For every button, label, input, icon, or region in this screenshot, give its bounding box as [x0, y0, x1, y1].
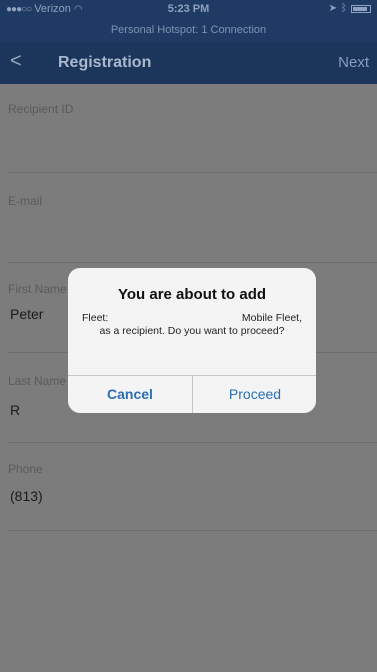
phone-label: Phone [8, 462, 43, 476]
hotspot-banner[interactable]: Personal Hotspot: 1 Connection [0, 24, 377, 36]
first-name-label: First Name [8, 282, 67, 296]
divider [8, 262, 377, 263]
divider [8, 530, 377, 531]
proceed-button[interactable]: Proceed [193, 376, 316, 413]
divider [8, 172, 377, 173]
dialog-title: You are about to add [117, 286, 267, 303]
back-chevron-icon[interactable]: < [10, 51, 22, 71]
battery-icon [351, 4, 371, 13]
dialog-message: Fleet: Mobile Fleet, as a recipient. Do … [82, 312, 302, 338]
phone-field[interactable]: Phone (813) [0, 462, 377, 532]
location-icon: ➤ [328, 3, 337, 14]
last-name-label: Last Name [8, 374, 67, 388]
email-field[interactable]: E-mail [0, 194, 377, 264]
cancel-button[interactable]: Cancel [68, 376, 192, 413]
phone-value[interactable]: (813) [10, 488, 43, 504]
divider [8, 442, 377, 443]
status-right-icons: ➤ ᛒ [329, 3, 371, 14]
nav-bar: < Registration Next [0, 42, 377, 84]
dialog-message-rest: as a recipient. Do you want to proceed? [99, 325, 285, 337]
page-title: Registration [58, 54, 152, 71]
status-row: ●●●○○ Verizon ◠ 5:23 PM ➤ ᛒ [0, 2, 377, 18]
last-name-value[interactable]: R [10, 402, 20, 418]
recipient-id-label: Recipient ID [8, 102, 74, 116]
first-name-value[interactable]: Peter [10, 306, 43, 322]
email-label: E-mail [8, 194, 43, 208]
dialog-fleet-line: Fleet: Mobile Fleet, [82, 312, 302, 325]
status-time: 5:23 PM [167, 3, 210, 15]
fleet-label: Fleet: [82, 312, 109, 324]
next-button[interactable]: Next [338, 54, 369, 71]
bluetooth-icon: ᛒ [341, 3, 347, 14]
status-bar: ●●●○○ Verizon ◠ 5:23 PM ➤ ᛒ Personal Hot… [0, 0, 377, 42]
recipient-id-field[interactable]: Recipient ID [0, 102, 377, 173]
fleet-name: Mobile Fleet, [241, 312, 302, 324]
confirm-dialog: You are about to add Fleet: Mobile Fleet… [68, 268, 316, 413]
